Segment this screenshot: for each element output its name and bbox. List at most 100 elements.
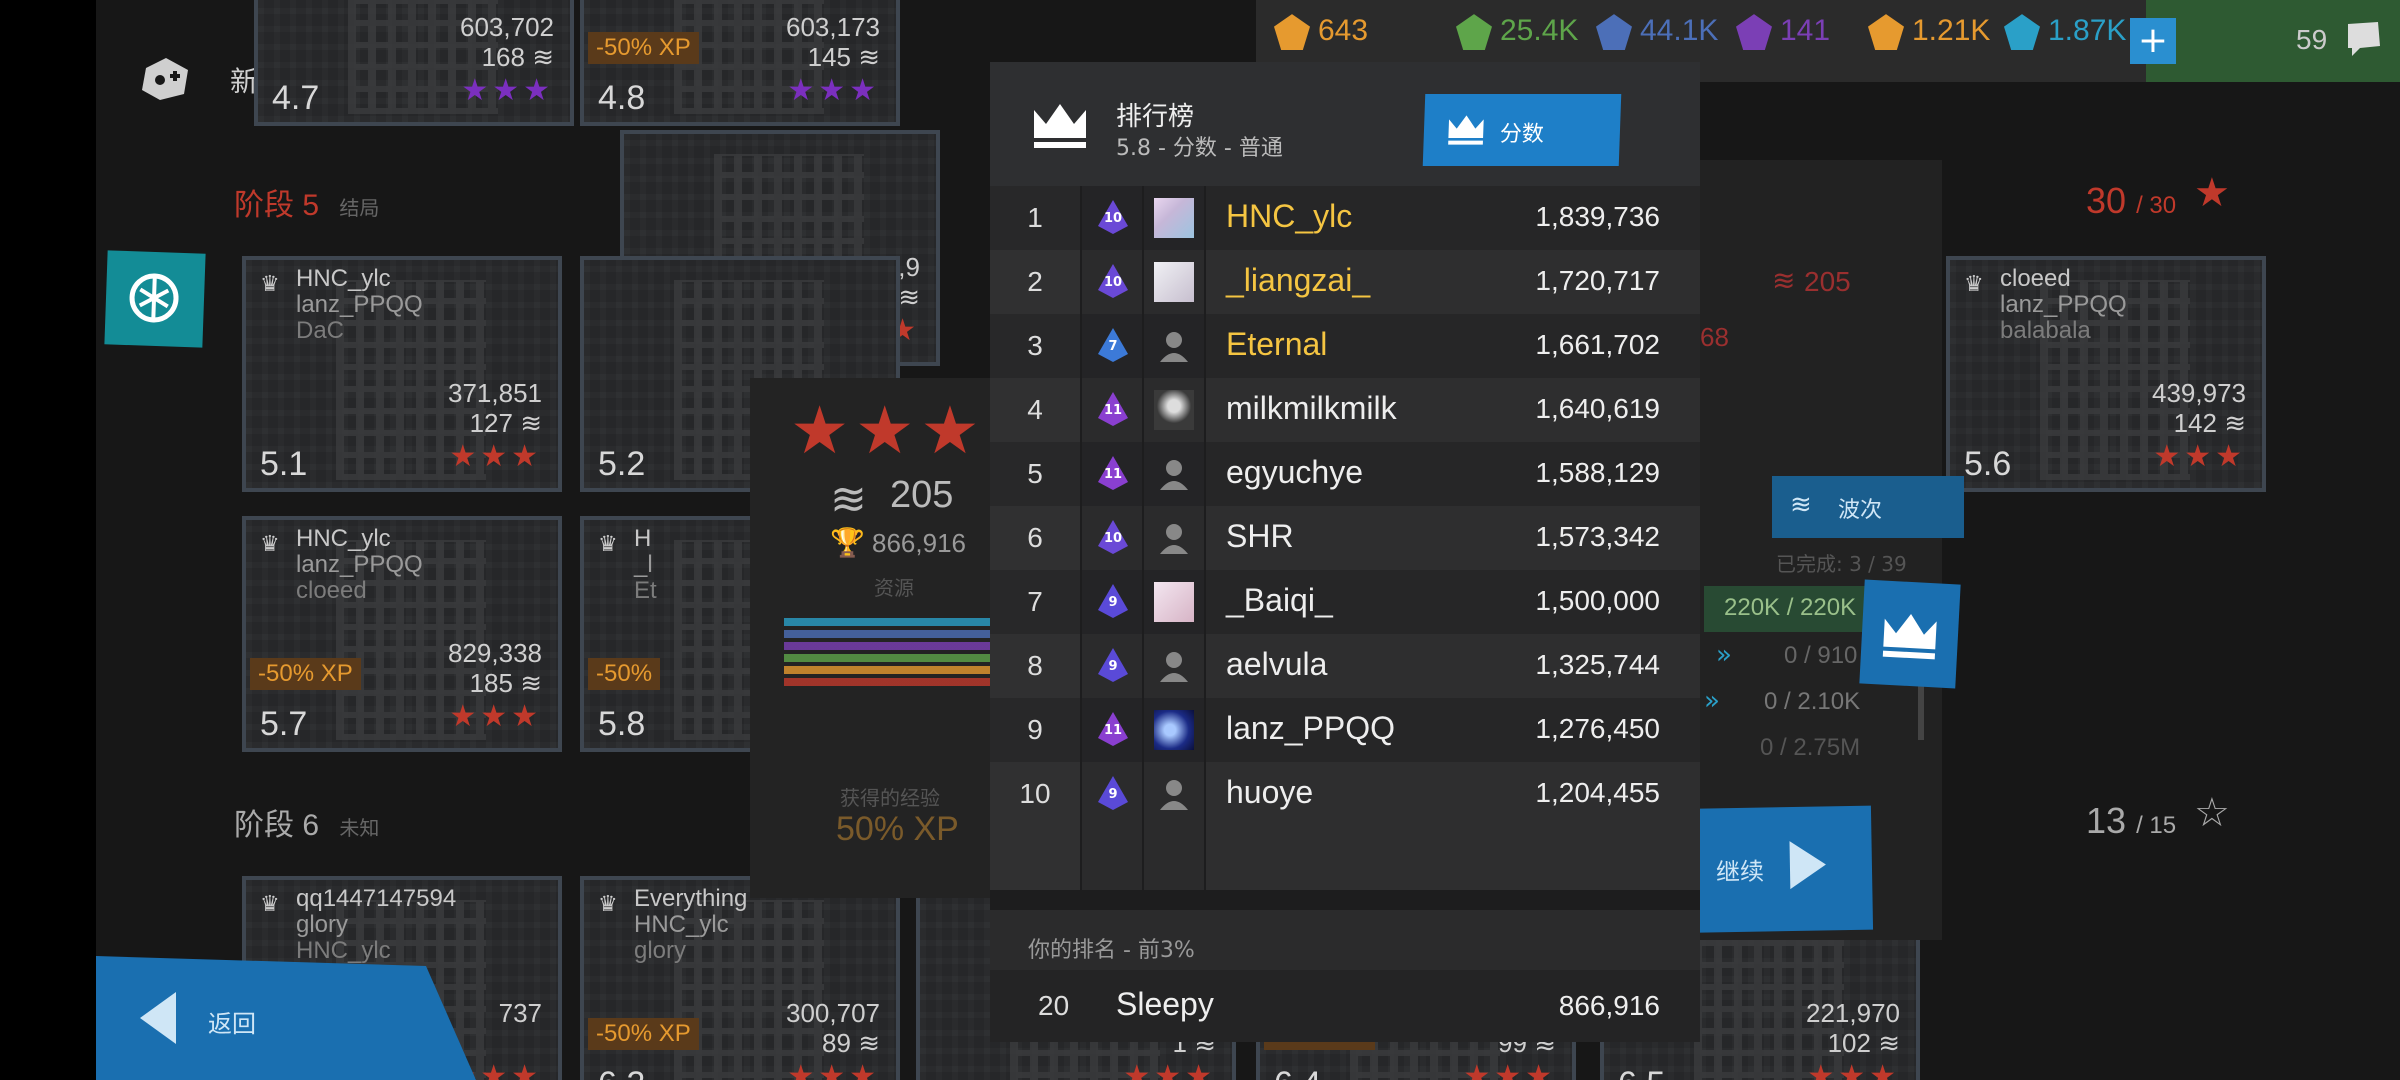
play-icon <box>1789 840 1827 890</box>
waves-icon: ≋ <box>520 668 542 698</box>
detail-score: 866,916 <box>872 528 966 558</box>
avatar-cell <box>1144 186 1204 250</box>
level-stars: ★★★ <box>1463 1059 1556 1080</box>
cat-avatar <box>1154 390 1194 430</box>
xp-penalty-badge: -50% XP <box>588 32 699 64</box>
level-number: 5.2 <box>598 445 646 483</box>
stage6-progress: 13 / 15 <box>2086 800 2176 842</box>
anime-girl-avatar <box>1154 198 1194 238</box>
leaderboard-row[interactable] <box>990 826 1700 890</box>
xp-penalty-badge: -50% XP <box>588 1018 699 1050</box>
player-cell: egyuchye 1,588,129 <box>1206 442 1700 506</box>
player-name: egyuchye <box>1226 454 1363 490</box>
player-score: 1,640,619 <box>1535 393 1660 424</box>
top-player-3: balabala <box>2000 317 2091 344</box>
top-players: Everything HNC_ylc glory <box>634 886 747 964</box>
tile-waves-value: 102 <box>1827 1028 1871 1058</box>
tile-score: 439,973 <box>2152 378 2246 408</box>
level-stars: ★★★ <box>449 439 542 474</box>
player-cell <box>1206 826 1700 890</box>
tile-waves: 142 ≋ <box>2174 408 2246 439</box>
stage5-label: 阶段 <box>234 189 294 222</box>
stage6-progress-total: / 15 <box>2136 812 2177 839</box>
goal-1-value: 220K / 220K <box>1724 594 1857 621</box>
leaderboard-button[interactable] <box>1859 579 1961 689</box>
level-tile[interactable]: ♛ HNC_ylc lanz_PPQQ cloeed 829,338 185 ≋ -50% … <box>242 516 562 752</box>
leaderboard-row[interactable]: 7 9 _Baiqi_ 1,500,000 <box>990 570 1700 634</box>
sort-label: 分数 <box>1499 122 1545 147</box>
tier-level: 9 <box>1108 659 1118 674</box>
add-resources-button[interactable]: + <box>2130 18 2176 64</box>
tier-cell: 9 <box>1082 570 1142 634</box>
leaderboard-row[interactable]: 8 9 aelvula 1,325,744 <box>990 634 1700 698</box>
add-label: + <box>2137 20 2169 61</box>
speed-icon: » <box>1716 640 1732 670</box>
your-score: 866,916 <box>1558 990 1660 1021</box>
tier-badge-icon: 9 <box>1098 584 1128 618</box>
leaderboard-row[interactable]: 10 9 huoye 1,204,455 <box>990 762 1700 826</box>
stage6-progress-value: 13 <box>2086 800 2127 841</box>
level-tile[interactable]: 603,702 168 ≋ 4.7 ★★★ <box>254 0 574 126</box>
leaderboard-list[interactable]: 1 10 HNC_ylc 1,839,736 2 10 _liangzai_ 1,720,71… <box>990 186 1700 910</box>
rank: 6 <box>990 506 1080 570</box>
player-score: 1,839,736 <box>1535 201 1660 232</box>
tier-cell: 7 <box>1082 314 1142 378</box>
player-cell: aelvula 1,325,744 <box>1206 634 1700 698</box>
crown-icon: ♛ <box>598 532 618 557</box>
tier-cell: 11 <box>1082 378 1142 442</box>
galaxy-avatar <box>1154 710 1194 750</box>
player-cell: milkmilkmilk 1,640,619 <box>1206 378 1700 442</box>
your-rank-row: 20 Sleepy 866,916 <box>990 970 1700 1042</box>
mode-badge-button[interactable] <box>104 250 206 348</box>
player-score: 1,325,744 <box>1535 649 1660 680</box>
level-number: 5.8 <box>598 705 646 743</box>
player-name: _Baiqi_ <box>1226 582 1333 618</box>
level-stars: ★★★ <box>787 73 880 108</box>
tier-level: 11 <box>1103 403 1123 418</box>
leaderboard-row[interactable]: 9 11 lanz_PPQQ 1,276,450 <box>990 698 1700 762</box>
avatar-cell <box>1144 634 1204 698</box>
sort-by-score-button[interactable]: 分数 <box>1422 94 1622 166</box>
waves-icon: ≋ <box>898 282 920 312</box>
rank: 3 <box>990 314 1080 378</box>
leaderboard-row[interactable]: 2 10 _liangzai_ 1,720,717 <box>990 250 1700 314</box>
leaderboard-row[interactable]: 4 11 milkmilkmilk 1,640,619 <box>990 378 1700 442</box>
back-button[interactable]: 返回 <box>96 956 476 1080</box>
level-tile[interactable]: ♛ HNC_ylc lanz_PPQQ DaC 371,851 127 ≋ 5.1 ★★★ <box>242 256 562 492</box>
tier-cell: 10 <box>1082 186 1142 250</box>
level-number: 4.8 <box>598 79 646 117</box>
waves-icon: ≋ <box>858 1028 880 1058</box>
stage5-progress-total: / 30 <box>2136 192 2177 219</box>
xp-penalty-badge: -50% XP <box>250 658 361 690</box>
leaderboard-row[interactable]: 3 7 Eternal 1,661,702 <box>990 314 1700 378</box>
leaderboard-row[interactable]: 6 10 SHR 1,573,342 <box>990 506 1700 570</box>
detail-resources-label: 资源 <box>874 576 914 600</box>
green-crystal-icon <box>1456 14 1492 51</box>
stage5-status: 结局 <box>339 198 380 220</box>
chat-icon[interactable] <box>2342 16 2386 60</box>
tier-badge-icon: 11 <box>1098 456 1128 490</box>
level-number: 5.7 <box>260 705 308 743</box>
tile-score: 221,970 <box>1806 998 1900 1028</box>
tier-badge-icon: 11 <box>1098 392 1128 426</box>
leaderboard-row[interactable]: 5 11 egyuchye 1,588,129 <box>990 442 1700 506</box>
crown-icon <box>1445 114 1486 146</box>
gamepad-icon[interactable] <box>136 50 196 106</box>
level-tile[interactable]: ♛ Everything HNC_ylc glory 300,707 89 ≋ -50% X… <box>580 876 900 1080</box>
resource-bars <box>784 618 994 698</box>
top-player-2: lanz_PPQQ <box>296 551 423 578</box>
tier-level: 11 <box>1103 723 1123 738</box>
resource-value: 141 <box>1780 14 1831 47</box>
detail-stars: ★★★ <box>790 392 986 469</box>
avatar-cell <box>1144 378 1204 442</box>
back-label: 返回 <box>208 1010 256 1038</box>
cyan-crystal-icon <box>2004 14 2040 51</box>
level-tile[interactable]: ♛ cloeed lanz_PPQQ balabala 439,973 142 ≋ 5.6 ★… <box>1946 256 2266 492</box>
level-stars: ★★★ <box>449 699 542 734</box>
leaderboard-row[interactable]: 1 10 HNC_ylc 1,839,736 <box>990 186 1700 250</box>
level-tile[interactable]: 603,173 145 ≋ -50% XP 4.8 ★★★ <box>580 0 900 126</box>
avatar-cell <box>1144 506 1204 570</box>
leaderboard-panel: 排行榜 5.8 - 分数 - 普通 1 10 HNC_ylc 1,839,736 2 10… <box>990 62 1700 1042</box>
wave-mode-button[interactable]: ≋ 波次 <box>1772 476 1964 538</box>
tier-cell: 11 <box>1082 442 1142 506</box>
